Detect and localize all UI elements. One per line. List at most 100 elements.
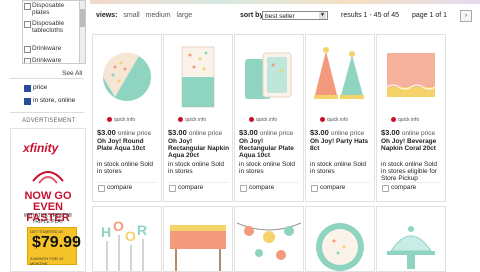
page-indicator: page 1 of 1	[412, 12, 448, 19]
compare-label: compare	[107, 184, 133, 191]
price-suffix: online price	[330, 130, 365, 137]
price-value: $3.00	[168, 128, 187, 137]
plus-icon	[107, 117, 112, 123]
checkbox[interactable]	[24, 85, 31, 92]
product-price: $3.00 online price	[381, 128, 435, 137]
price-suffix: online price	[401, 130, 436, 137]
filter-option-label: Drinkware	[32, 57, 62, 64]
product-card[interactable]	[376, 206, 446, 272]
scrollbar-thumb[interactable]	[80, 9, 85, 27]
checkbox[interactable]	[24, 46, 31, 53]
compare-checkbox[interactable]: compare	[381, 182, 441, 192]
compare-checkbox[interactable]: compare	[310, 182, 370, 192]
product-image[interactable]	[166, 37, 230, 115]
plus-icon	[391, 117, 396, 123]
product-title-link[interactable]: Oh Joy! Rectangular Plate Aqua 10ct	[239, 138, 301, 159]
filter-option[interactable]: Drinkware	[23, 57, 62, 64]
xfinity-ad-banner[interactable]: xfinity NOW GO EVEN FASTER WITH THE XFIN…	[10, 128, 86, 272]
quick-info-button[interactable]: quick info	[107, 117, 135, 123]
list-scrollbar[interactable]	[79, 1, 85, 63]
product-title-link[interactable]: Oh Joy! Party Hats 8ct	[310, 138, 372, 152]
price-value: $3.00	[97, 128, 116, 137]
checkbox[interactable]	[382, 185, 389, 192]
chevron-down-icon: ▼	[319, 12, 326, 19]
product-card[interactable]: quick info $3.00 online price Oh Joy! Pa…	[305, 34, 375, 202]
checkbox[interactable]	[24, 3, 31, 10]
filter-option[interactable]: Disposable plates	[23, 2, 80, 16]
quick-info-button[interactable]: quick info	[178, 117, 206, 123]
divider	[10, 112, 84, 113]
product-image[interactable]: H O O R	[93, 207, 161, 271]
product-card[interactable]: quick info $3.00 online price Oh Joy! Ro…	[92, 34, 162, 202]
plus-icon	[249, 117, 254, 123]
svg-text:R: R	[137, 222, 147, 238]
next-page-button[interactable]: ›	[460, 10, 472, 22]
stock-status: in stock online Sold in stores eligible …	[381, 161, 438, 182]
plus-icon	[320, 117, 325, 123]
product-image[interactable]	[306, 207, 374, 271]
ad-graphic-icon	[32, 171, 64, 184]
quick-info-button[interactable]: quick info	[391, 117, 419, 123]
svg-text:O: O	[125, 228, 136, 244]
checkbox[interactable]	[311, 185, 318, 192]
product-image[interactable]	[95, 37, 159, 115]
view-large-link[interactable]: large	[177, 12, 193, 19]
checkbox[interactable]	[24, 98, 31, 105]
sort-value: best seller	[265, 13, 295, 20]
ad-subline: WITH THE XFINITY® TRIPLE PLAY	[23, 213, 73, 225]
product-image[interactable]	[379, 37, 443, 115]
plus-icon	[178, 117, 183, 123]
view-medium-link[interactable]: medium	[146, 12, 171, 19]
product-title-link[interactable]: Oh Joy! Beverage Napkin Coral 20ct	[381, 138, 443, 152]
product-card[interactable]: quick info $3.00 online price Oh Joy! Re…	[234, 34, 304, 202]
compare-label: compare	[320, 184, 346, 191]
quick-info-label: quick info	[114, 117, 136, 123]
filter-option[interactable]: Drinkware	[23, 45, 80, 53]
product-card[interactable]: H O O R	[92, 206, 162, 272]
product-card[interactable]	[163, 206, 233, 272]
results-count: results 1 - 45 of 45	[341, 12, 399, 19]
checkbox[interactable]	[240, 185, 247, 192]
quick-info-label: quick info	[185, 117, 207, 123]
product-title-link[interactable]: Oh Joy! Rectangular Napkin Aqua 20ct	[168, 138, 230, 159]
price-suffix: online price	[188, 130, 223, 137]
see-all-link[interactable]: See All	[62, 70, 82, 77]
compare-checkbox[interactable]: compare	[239, 182, 299, 192]
view-small-link[interactable]: small	[123, 12, 139, 19]
product-image[interactable]	[308, 37, 372, 115]
checkbox[interactable]	[169, 185, 176, 192]
svg-text:O: O	[113, 218, 124, 234]
category-checkbox-list[interactable]: Disposable plates Disposable tablecloths…	[22, 0, 86, 64]
product-image[interactable]	[377, 207, 445, 271]
compare-label: compare	[391, 184, 417, 191]
product-card[interactable]	[305, 206, 375, 272]
product-title-link[interactable]: Oh Joy! Round Plate Aqua 10ct	[97, 138, 159, 152]
product-card[interactable]: quick info $3.00 online price Oh Joy! Re…	[163, 34, 233, 202]
advertisement-label: ADVERTISEMENT	[22, 118, 76, 124]
quick-info-button[interactable]: quick info	[320, 117, 348, 123]
compare-label: compare	[178, 184, 204, 191]
quick-info-button[interactable]: quick info	[249, 117, 277, 123]
filter-option[interactable]: Disposable tablecloths	[23, 20, 80, 34]
checkbox[interactable]	[24, 21, 31, 28]
filter-availability[interactable]: in store, online	[24, 97, 86, 105]
price-value: $3.00	[239, 128, 258, 137]
view-size-selector: views: small medium large	[96, 12, 192, 19]
filter-price[interactable]: price	[24, 84, 84, 92]
quick-info-label: quick info	[327, 117, 349, 123]
price-value: $3.00	[381, 128, 400, 137]
quick-info-label: quick info	[256, 117, 278, 123]
product-card[interactable]: quick info $3.00 online price Oh Joy! Be…	[376, 34, 446, 202]
compare-checkbox[interactable]: compare	[97, 182, 157, 192]
product-image[interactable]	[235, 207, 303, 271]
product-price: $3.00 online price	[97, 128, 151, 137]
checkbox[interactable]	[98, 185, 105, 192]
checkbox[interactable]	[24, 58, 31, 63]
product-grid-area: views: small medium large sort by: best …	[90, 0, 480, 272]
ad-price-box: GET STARTED AT $79.99 A MONTH FOR 12 MON…	[27, 227, 81, 266]
product-card[interactable]	[234, 206, 304, 272]
product-image[interactable]	[164, 207, 232, 271]
compare-checkbox[interactable]: compare	[168, 182, 228, 192]
product-image[interactable]	[237, 37, 301, 115]
sort-dropdown[interactable]: best seller ▼	[262, 11, 328, 20]
